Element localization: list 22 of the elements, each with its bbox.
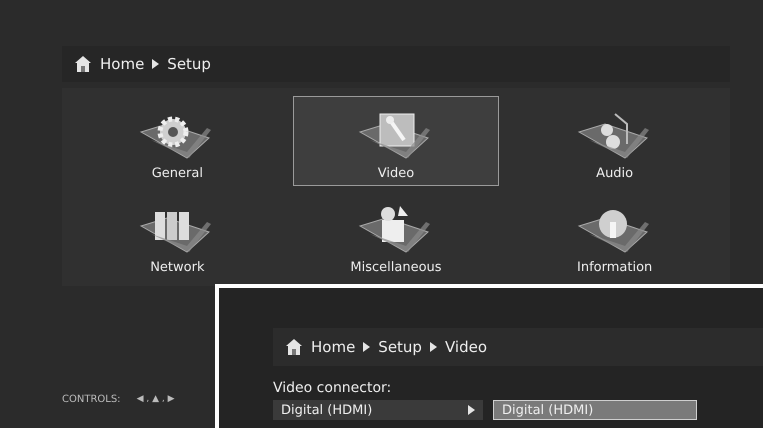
menu-tile[interactable]: Audio bbox=[512, 96, 718, 186]
breadcrumb-link[interactable]: Home bbox=[311, 336, 356, 358]
controls-keys: ◀ , ▲ , ▶ bbox=[136, 392, 174, 406]
controls-label: CONTROLS: bbox=[62, 393, 121, 407]
menu-tile[interactable]: Video bbox=[292, 96, 499, 186]
triangle-right-icon bbox=[152, 59, 160, 69]
breadcrumb-link[interactable]: Home bbox=[100, 52, 144, 76]
menu-tile[interactable]: Information bbox=[512, 190, 718, 280]
triangle-right-icon bbox=[363, 342, 370, 352]
menu-tile[interactable]: Miscellaneous bbox=[292, 190, 499, 280]
field-label: Video connector: bbox=[273, 379, 392, 398]
breadcrumb-link[interactable]: Video bbox=[444, 336, 487, 358]
triangle-right-icon bbox=[430, 342, 437, 352]
connector-option[interactable]: Digital (HDMI) bbox=[493, 400, 697, 420]
menu-tile[interactable]: Network bbox=[74, 190, 280, 280]
connector-select[interactable]: Digital (HDMI) bbox=[273, 400, 483, 420]
house-icon bbox=[74, 55, 92, 73]
menu-tile[interactable]: General bbox=[74, 96, 280, 186]
triangle-right-icon bbox=[468, 405, 475, 415]
breadcrumb-link[interactable]: Setup bbox=[167, 52, 211, 76]
breadcrumb-link[interactable]: Setup bbox=[378, 336, 422, 358]
house-icon bbox=[285, 338, 303, 356]
